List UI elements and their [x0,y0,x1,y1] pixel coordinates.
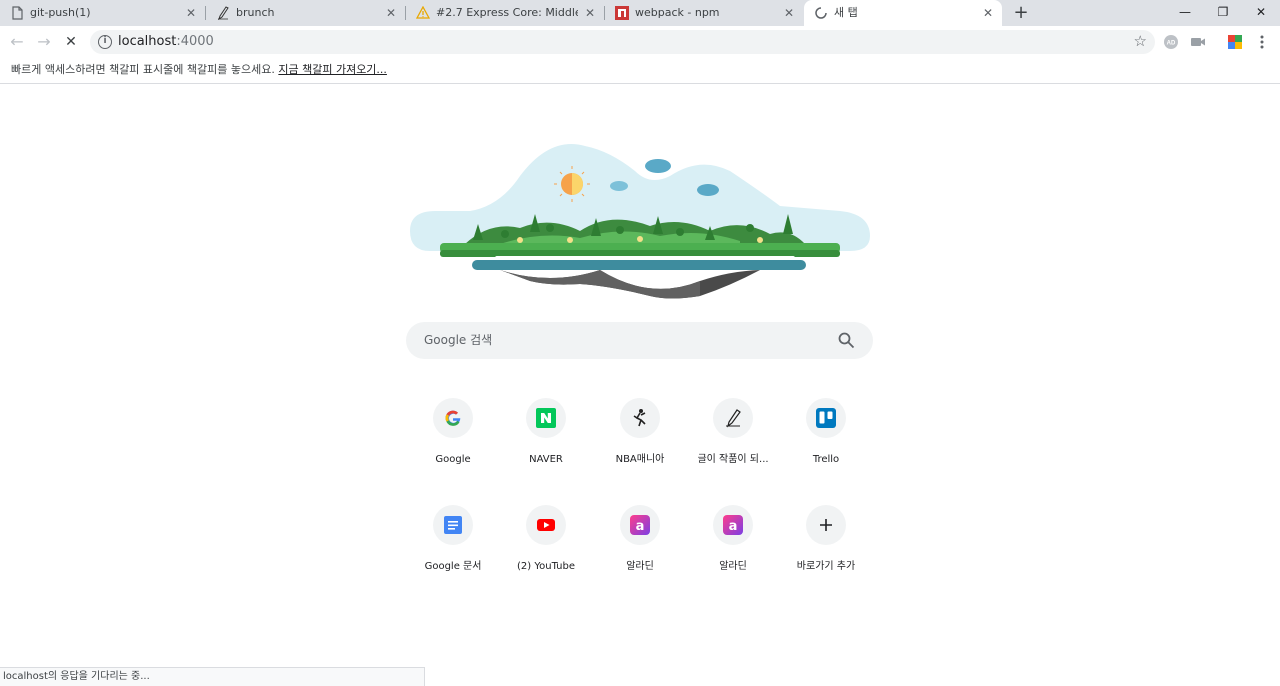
loading-spinner-icon [815,7,827,19]
shortcut-icon-circle: a [620,505,660,545]
google-icon [445,410,461,426]
video-icon[interactable] [1190,34,1206,50]
shortcut-label: NAVER [529,454,563,465]
minimize-button[interactable]: — [1166,0,1204,26]
brunch-pen-icon [726,409,741,428]
close-tab-icon[interactable]: ✕ [183,5,199,21]
svg-text:AD: AD [1167,41,1176,47]
tab-title: git-push(1) [30,6,91,19]
tab-title: 새 탭 [834,6,858,19]
shortcut-google-docs[interactable]: Google 문서 [407,503,499,599]
svg-text:a: a [636,519,645,534]
plus-icon [820,519,832,531]
shortcut-label: Trello [812,454,840,465]
shortcut-label: 바로가기 추가 [796,561,856,572]
status-bubble: localhost의 응답을 기다리는 중... [0,667,425,686]
shortcut-icon-circle [806,505,846,545]
office-icon[interactable] [1227,34,1243,50]
warning-icon [416,6,430,19]
menu-icon[interactable] [1254,34,1270,50]
tab-title: webpack - npm [635,6,720,19]
svg-text:a: a [729,519,738,534]
close-window-button[interactable]: ✕ [1242,0,1280,26]
shortcut-label: Google 문서 [424,561,482,572]
shortcut-icon-circle [713,398,753,438]
google-docs-icon [444,516,462,534]
shortcut-google[interactable]: Google [407,396,499,492]
close-tab-icon[interactable]: ✕ [383,5,399,21]
shortcut-aladin[interactable]: a 알라딘 [687,503,779,599]
npm-icon [615,6,629,20]
address-bar[interactable]: i localhost:4000 ☆ [90,30,1155,54]
new-tab-button[interactable]: + [1010,2,1032,24]
shortcut-icon-circle [620,398,660,438]
back-button[interactable]: ← [6,31,28,53]
trello-icon [816,408,836,428]
shortcut-label: 알라딘 [719,561,747,572]
status-text: localhost의 응답을 기다리는 중... [3,671,150,682]
google-search-box[interactable]: Google 검색 [406,322,873,359]
aladin-icon: a [723,515,743,535]
youtube-icon [537,519,555,531]
tab-new-tab[interactable]: 새 탭 ✕ [804,0,1002,26]
shortcut-icon-circle [526,505,566,545]
document-icon [12,6,23,20]
naver-icon [536,408,556,428]
shortcut-label: NBA매니아 [615,454,665,465]
shortcut-icon-circle [433,398,473,438]
shortcut-icon-circle: a [713,505,753,545]
aladin-icon: a [630,515,650,535]
tab-webpack-npm[interactable]: webpack - npm ✕ [605,0,803,26]
tab-strip: git-push(1) ✕ brunch ✕ #2.7 Express Core… [0,0,1280,26]
info-icon[interactable]: i [98,35,112,49]
bookmark-bar-message: 빠르게 액세스하려면 책갈피 표시줄에 책갈피를 놓으세요. 지금 책갈피 가져… [11,63,387,76]
shortcut-label: 글이 작품이 되... [697,454,769,465]
restore-button[interactable]: ❐ [1204,0,1242,26]
forward-button[interactable]: → [33,31,55,53]
stop-loading-button[interactable]: ✕ [60,31,82,53]
shortcut-aladin[interactable]: a 알라딘 [594,503,686,599]
bookmark-star-icon[interactable]: ☆ [1134,32,1147,50]
shortcut-nba-mania[interactable]: NBA매니아 [594,396,686,492]
import-bookmarks-link[interactable]: 지금 책갈피 가져오기... [278,63,387,76]
shortcut-naver[interactable]: NAVER [500,396,592,492]
shortcut-icon-circle [526,398,566,438]
tab-title: #2.7 Express Core: Middlewares [436,6,578,19]
close-tab-icon[interactable]: ✕ [781,5,797,21]
nba-mania-icon [633,409,646,427]
ad-block-icon[interactable]: AD [1163,34,1179,50]
tab-git-push[interactable]: git-push(1) ✕ [0,0,206,26]
close-tab-icon[interactable]: ✕ [582,5,598,21]
tab-brunch[interactable]: brunch ✕ [206,0,406,26]
shortcut-icon-circle [433,505,473,545]
shortcut-label: Google [435,454,471,465]
shortcut-label: (2) YouTube [516,561,575,572]
landscape-illustration [410,144,870,299]
tab-express-core[interactable]: #2.7 Express Core: Middlewares ✕ [406,0,605,26]
close-tab-icon[interactable]: ✕ [980,5,996,21]
brunch-pen-icon [218,6,229,20]
search-icon[interactable] [838,332,855,349]
shortcut-brunch[interactable]: 글이 작품이 되... [687,396,779,492]
add-shortcut-button[interactable]: 바로가기 추가 [780,503,872,599]
search-placeholder: Google 검색 [424,333,493,347]
tab-title: brunch [236,6,275,19]
shortcut-trello[interactable]: Trello [780,396,872,492]
shortcut-label: 알라딘 [626,561,654,572]
shortcut-icon-circle [806,398,846,438]
shortcut-youtube[interactable]: (2) YouTube [500,503,592,599]
url-text[interactable]: localhost:4000 [118,34,214,50]
bookmark-bar: 빠르게 액세스하려면 책갈피 표시줄에 책갈피를 놓으세요. 지금 책갈피 가져… [0,58,1280,84]
